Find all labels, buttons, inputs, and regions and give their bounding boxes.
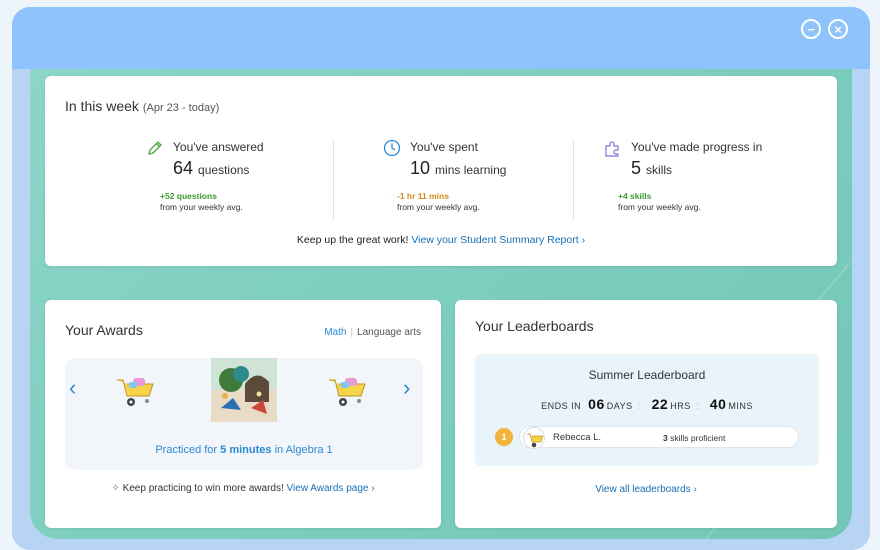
stat-answered-value: 64 questions <box>173 158 249 179</box>
avatar <box>523 427 545 449</box>
view-all-leaderboards-link[interactable]: View all leaderboards › <box>455 484 837 495</box>
award-caption: Practiced for 5 minutes in Algebra 1 <box>65 444 423 456</box>
countdown-separator: : <box>696 401 700 411</box>
weekly-summary-card: In this week (Apr 23 - today) You've ans… <box>45 76 837 266</box>
stat-time-delta: -1 hr 11 mins <box>397 191 449 201</box>
weekly-title-text: In this week <box>65 98 139 114</box>
leaderboard-user-skills: 3 skills proficient <box>663 433 725 443</box>
pencil-icon <box>148 141 162 155</box>
skills-number: 5 <box>631 158 642 178</box>
cart-award-icon <box>117 378 154 406</box>
clock-icon <box>383 139 401 157</box>
chevron-right-icon: › <box>403 375 411 400</box>
answered-number: 64 <box>173 158 194 178</box>
weekly-footer: Keep up the great work! View your Studen… <box>45 234 837 246</box>
stat-time-value: 10 mins learning <box>410 158 506 179</box>
skills-unit: skills <box>646 163 673 177</box>
minimize-icon: − <box>807 21 815 37</box>
awards-footer: ✧ Keep practicing to win more awards! Vi… <box>45 483 441 494</box>
weekly-range-text: (Apr 23 - today) <box>142 102 220 114</box>
leaderboard-name: Summer Leaderboard <box>588 368 706 382</box>
stat-answered-from: from your weekly avg. <box>160 202 243 212</box>
cart-award-icon <box>329 378 366 406</box>
chevron-left-icon: ‹ <box>69 375 77 400</box>
stat-divider <box>573 140 574 220</box>
leaderboard-user-name: Rebecca L. <box>553 432 602 443</box>
awards-title: Your Awards <box>65 322 143 338</box>
stat-skills-from: from your weekly avg. <box>618 202 701 212</box>
stat-skills-value: 5 skills <box>631 158 672 179</box>
countdown-hours: 22 <box>651 396 669 412</box>
days-label: DAYS <box>606 401 633 411</box>
stat-answered-delta: +52 questions <box>160 191 217 201</box>
minutes-label: MINS <box>728 401 753 411</box>
awards-card: Your Awards Math | Language arts ‹ › Pra… <box>45 300 441 528</box>
stat-divider <box>333 140 334 220</box>
answered-unit: questions <box>198 163 250 177</box>
close-button[interactable]: × <box>828 19 848 39</box>
stat-time-label: You've spent <box>410 140 478 154</box>
time-number: 10 <box>410 158 431 178</box>
student-summary-link-text: View your Student Summary Report <box>411 234 579 246</box>
stat-time-from: from your weekly avg. <box>397 202 480 212</box>
weekly-summary-title: In this week (Apr 23 - today) <box>65 98 219 114</box>
tab-math[interactable]: Math <box>324 327 346 338</box>
party-popper-icon: ✧ <box>111 483 120 494</box>
skills-label: skills proficient <box>670 433 726 443</box>
chevron-right-icon: › <box>581 234 586 246</box>
awards-subject-tabs: Math | Language arts <box>324 327 421 338</box>
rank-badge: 1 <box>495 428 513 446</box>
stat-skills-label: You've made progress in <box>631 140 763 154</box>
carousel-prev-button[interactable]: ‹ <box>69 375 76 401</box>
chevron-right-icon: › <box>693 484 697 495</box>
leaderboards-title: Your Leaderboards <box>475 318 594 334</box>
skills-count: 3 <box>663 433 668 443</box>
puzzle-icon <box>605 141 619 157</box>
weekly-footer-text: Keep up the great work! <box>296 234 409 246</box>
ends-in-label: ENDS IN <box>541 401 582 411</box>
award-carousel: ‹ › Practiced for 5 minutes in Algebra 1 <box>65 358 423 470</box>
minimize-button[interactable]: − <box>801 19 821 39</box>
award-caption-value: 5 minutes <box>220 444 272 456</box>
countdown-minutes: 40 <box>709 396 727 412</box>
award-badge-image <box>211 358 277 422</box>
carousel-next-button[interactable]: › <box>403 375 410 401</box>
view-all-leaderboards-text: View all leaderboards <box>595 484 691 495</box>
view-awards-page-link[interactable]: View Awards page › <box>287 483 375 494</box>
award-caption-suffix: in Algebra 1 <box>274 444 333 456</box>
time-unit: mins learning <box>435 163 507 177</box>
tab-language-arts[interactable]: Language arts <box>357 327 421 338</box>
student-summary-report-link[interactable]: View your Student Summary Report › <box>411 234 585 246</box>
stat-answered-label: You've answered <box>173 140 264 154</box>
close-icon: × <box>834 21 842 37</box>
countdown-days: 06 <box>588 396 605 412</box>
view-awards-link-text: View Awards page <box>286 483 369 494</box>
leaderboard-panel: Summer Leaderboard ENDS IN 06 DAYS : 22 HR… <box>475 354 819 466</box>
window-titlebar: − × <box>12 7 870 69</box>
hours-label: HRS <box>670 401 691 411</box>
countdown-separator: : <box>638 401 642 411</box>
tab-separator: | <box>350 327 354 338</box>
award-caption-prefix: Practiced for <box>155 444 218 456</box>
leaderboard-countdown: ENDS IN 06 DAYS : 22 HRS : 40 MINS <box>475 396 819 412</box>
stat-skills-delta: +4 skills <box>618 191 652 201</box>
app-window: − × In this week (Apr 23 - today) You've… <box>12 7 870 550</box>
awards-footer-text: Keep practicing to win more awards! <box>122 483 284 494</box>
leaderboards-card: Your Leaderboards Summer Leaderboard END… <box>455 300 837 528</box>
chevron-right-icon: › <box>371 483 375 494</box>
